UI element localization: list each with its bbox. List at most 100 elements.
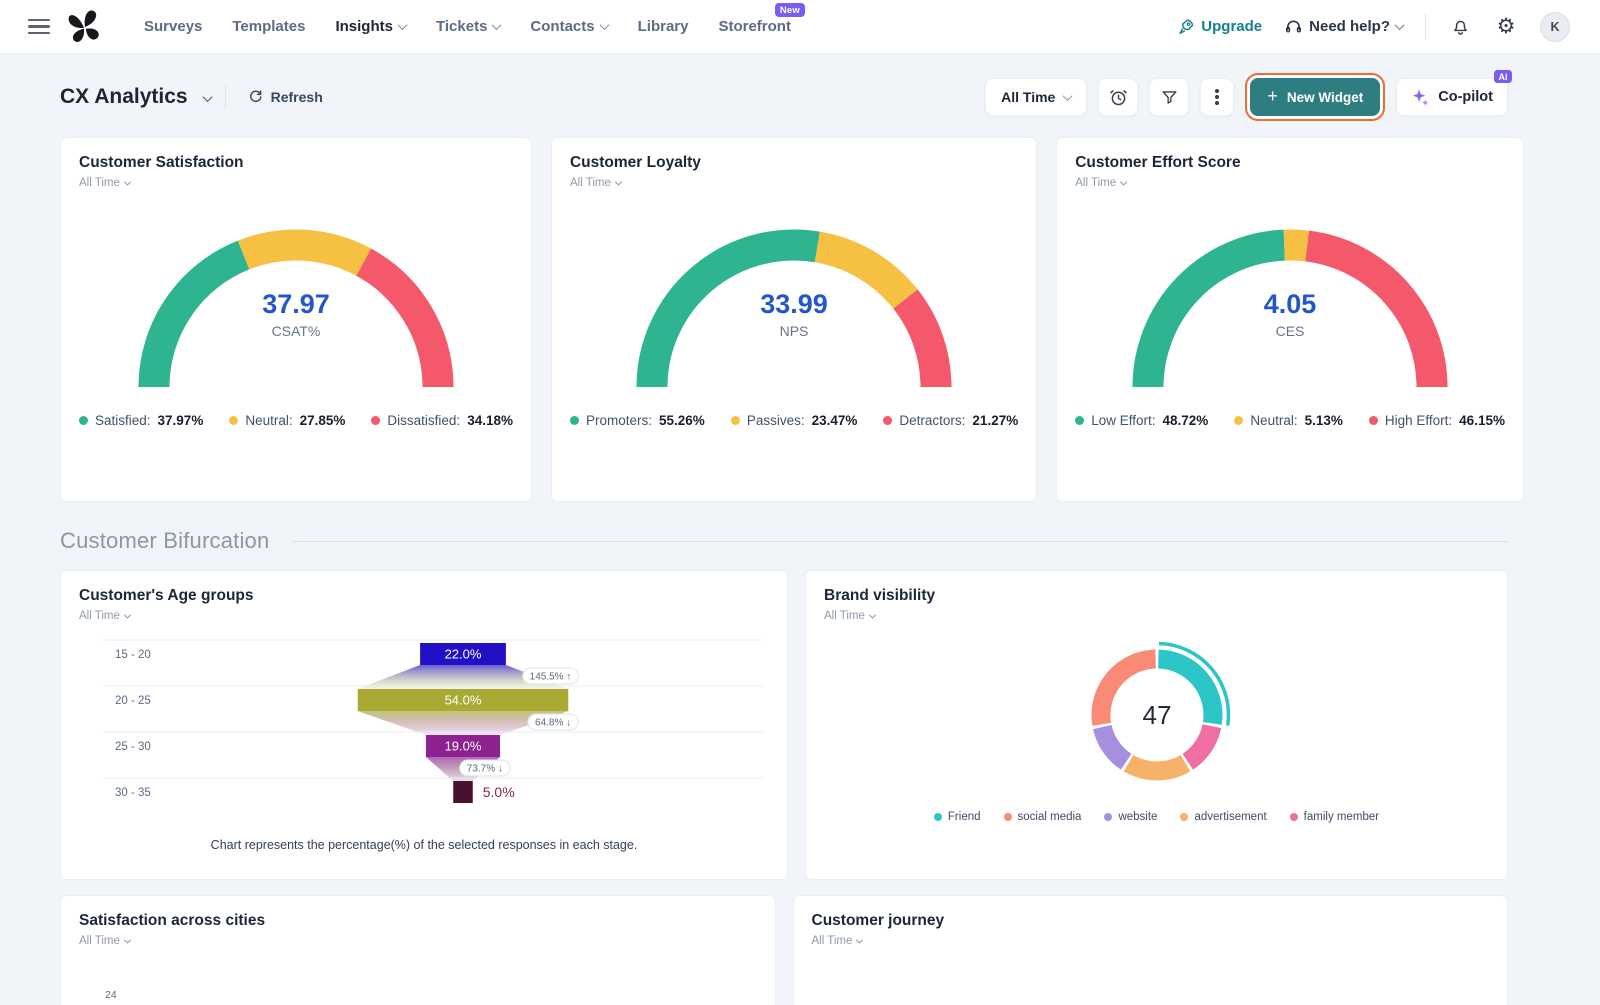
svg-text:145.5% ↑: 145.5% ↑ [530,672,572,683]
dashboard-switcher-button[interactable] [200,86,215,109]
svg-text:54.0%: 54.0% [445,693,482,708]
filter-funnel-icon [1160,88,1179,107]
card-time-filter[interactable]: All Time [824,610,875,622]
legend-item[interactable]: social media [1004,811,1082,823]
divider [225,85,226,109]
schedule-report-button[interactable] [1098,78,1138,116]
ai-badge: AI [1494,70,1512,83]
card-title: Customer Satisfaction [79,154,513,172]
new-widget-button[interactable]: + New Widget [1250,78,1380,116]
svg-text:19.0%: 19.0% [445,739,482,754]
card-customer-journey: Customer journey All Time [793,895,1509,1005]
card-customer-satisfaction: Customer Satisfaction All Time 37.97 CSAT… [60,137,532,502]
card-title: Brand visibility [824,587,1489,605]
chevron-down-icon [615,178,622,185]
user-avatar[interactable]: K [1540,12,1570,42]
chevron-down-icon [202,92,212,102]
ces-gauge-chart[interactable]: 4.05 CES [1120,215,1460,391]
legend-item: Dissatisfied: 34.18% [371,413,513,428]
age-groups-funnel-chart[interactable]: 15 - 2022.0%20 - 2554.0%25 - 3019.0%30 -… [79,634,769,806]
card-time-filter[interactable]: All Time [79,177,130,189]
card-time-filter[interactable]: All Time [570,177,621,189]
card-time-filter[interactable]: All Time [1075,177,1126,189]
donut-legend: Friend social media website advertisemen… [824,811,1489,823]
chevron-down-icon [124,611,131,618]
card-customer-loyalty: Customer Loyalty All Time 33.99 NPS Promo… [551,137,1037,502]
svg-text:22.0%: 22.0% [445,647,482,662]
section-title: Customer Bifurcation [60,528,269,554]
nav-item-tickets[interactable]: Tickets [436,18,500,35]
svg-text:CSAT%: CSAT% [272,323,321,339]
nav-item-templates[interactable]: Templates [232,18,305,35]
legend-item: Satisfied: 37.97% [79,413,203,428]
svg-text:4.05: 4.05 [1264,289,1317,319]
svg-text:25 - 30: 25 - 30 [115,741,151,753]
legend-dot [1075,416,1084,425]
chevron-down-icon [1120,178,1127,185]
nav-item-insights[interactable]: Insights [335,18,406,35]
chevron-down-icon [1063,91,1073,101]
chevron-down-icon [398,20,408,30]
svg-text:15 - 20: 15 - 20 [115,649,151,661]
card-age-groups: Customer's Age groups All Time 15 - 20 22… [60,570,788,880]
legend-dot [1004,813,1012,821]
card-time-filter[interactable]: All Time [79,610,130,622]
legend-item: Promoters: 55.26% [570,413,705,428]
nav-item-contacts[interactable]: Contacts [530,18,607,35]
card-time-filter[interactable]: All Time [79,935,130,947]
app-logo[interactable] [66,9,102,45]
hamburger-menu-icon[interactable] [28,19,50,34]
svg-text:5.0%: 5.0% [483,784,515,800]
nav-item-surveys[interactable]: Surveys [144,18,202,35]
legend-item[interactable]: Friend [934,811,981,823]
gear-icon: ⚙ [1497,16,1516,37]
nav-item-storefront[interactable]: Storefront New [718,18,791,35]
legend-item[interactable]: advertisement [1180,811,1266,823]
brand-visibility-donut-chart[interactable]: 47 [1037,630,1277,798]
dashboard-toolbar: CX Analytics Refresh All Time [60,75,1508,119]
legend-dot [79,416,88,425]
svg-text:64.8% ↓: 64.8% ↓ [535,718,571,729]
card-title: Customer's Age groups [79,587,769,605]
legend-item[interactable]: family member [1290,811,1379,823]
csat-gauge-chart[interactable]: 37.97 CSAT% [126,215,466,391]
nav-item-library[interactable]: Library [638,18,689,35]
legend-dot [1369,416,1378,425]
notifications-bell-button[interactable] [1448,15,1472,39]
rocket-icon [1178,18,1195,35]
svg-text:CES: CES [1276,323,1305,339]
legend-dot [1180,813,1188,821]
card-title: Customer Loyalty [570,154,1018,172]
svg-text:NPS: NPS [780,323,809,339]
copilot-button[interactable]: Co-pilot AI [1396,78,1508,116]
refresh-button[interactable]: Refresh [242,88,329,106]
svg-text:47: 47 [1142,700,1171,730]
gauge-legend: Promoters: 55.26% Passives: 23.47% Detra… [570,413,1018,428]
chevron-down-icon [856,936,863,943]
legend-dot [731,416,740,425]
chevron-down-icon [124,936,131,943]
top-navbar: Surveys Templates Insights Tickets Conta… [0,0,1600,54]
svg-text:33.99: 33.99 [760,289,828,319]
alarm-clock-icon [1108,87,1129,108]
legend-item[interactable]: website [1104,811,1157,823]
legend-dot [229,416,238,425]
time-filter-dropdown[interactable]: All Time [985,78,1087,116]
nps-gauge-chart[interactable]: 33.99 NPS [624,215,964,391]
legend-dot [371,416,380,425]
settings-gear-button[interactable]: ⚙ [1494,15,1518,39]
card-time-filter[interactable]: All Time [812,935,863,947]
legend-item: Neutral: 27.85% [229,413,345,428]
filter-button[interactable] [1149,78,1189,116]
kebab-menu-icon [1215,95,1219,99]
card-title: Customer journey [812,912,1490,930]
svg-text:37.97: 37.97 [262,289,330,319]
chevron-down-icon [1395,20,1405,30]
more-options-button[interactable] [1200,78,1234,116]
new-badge: New [775,3,805,17]
card-brand-visibility: Brand visibility All Time 47 Friend soci… [805,570,1508,880]
bell-icon [1450,16,1471,37]
upgrade-link[interactable]: Upgrade [1178,18,1262,35]
legend-dot [883,416,892,425]
need-help-menu[interactable]: Need help? [1284,17,1403,36]
